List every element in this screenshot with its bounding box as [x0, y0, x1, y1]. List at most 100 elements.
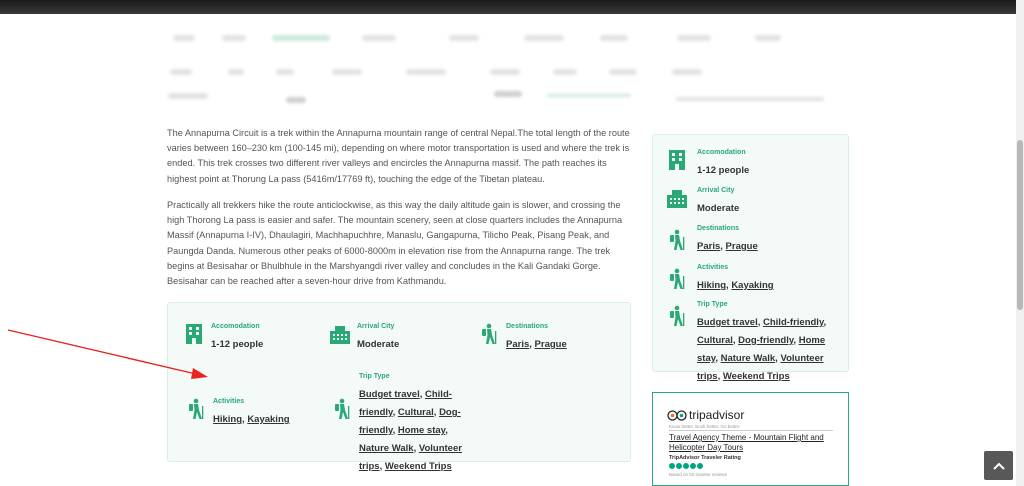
activity-link[interactable]: Kayaking — [247, 414, 289, 425]
activity-link[interactable]: Hiking — [213, 414, 242, 425]
city-icon — [666, 187, 688, 209]
hiker-icon — [666, 305, 688, 327]
trip-type-link[interactable]: Weekend Trips — [385, 461, 452, 472]
trip-type-link[interactable]: Budget travel — [359, 389, 420, 400]
tripadvisor-based-on: Based on 50 traveler reviews — [669, 472, 728, 477]
destination-link[interactable]: Prague — [726, 241, 758, 252]
rating-dot-icon — [697, 463, 703, 469]
trip-type-link[interactable]: Child-friendly — [763, 317, 824, 328]
info-value: 1-12 people — [697, 165, 750, 176]
nav-item[interactable] — [332, 69, 362, 75]
hiker-icon — [331, 398, 353, 420]
rating-dot-icon — [669, 463, 675, 469]
article-paragraph: The Annapurna Circuit is a trek within t… — [167, 128, 630, 184]
back-to-top-button[interactable] — [984, 451, 1013, 480]
rating-dot-icon — [683, 463, 689, 469]
info-label: Activities — [697, 264, 729, 271]
trip-type-link[interactable]: Nature Walk — [359, 443, 414, 454]
trip-type-link[interactable]: Nature Walk — [721, 353, 776, 364]
city-icon — [329, 323, 351, 345]
breadcrumb — [168, 93, 208, 99]
info-label: Arrival City — [357, 323, 395, 330]
trip-type-link[interactable]: Budget travel — [697, 317, 758, 328]
tripadvisor-rating-dots — [669, 463, 704, 469]
tab-item[interactable] — [286, 97, 306, 103]
nav-item[interactable] — [672, 69, 702, 75]
nav-item[interactable] — [173, 35, 195, 41]
destination-link[interactable]: Prague — [535, 339, 567, 350]
info-trip-type: Trip Type Budget travel, Child-friendly,… — [331, 373, 467, 474]
rating-dot-icon — [690, 463, 696, 469]
nav-item[interactable] — [524, 35, 564, 41]
nav-item-active[interactable] — [272, 35, 330, 41]
info-label: Trip Type — [697, 301, 728, 308]
nav-item[interactable] — [228, 69, 244, 75]
info-label: Accomodation — [211, 323, 260, 330]
info-value: Moderate — [357, 339, 400, 350]
tripadvisor-brand: tripadvisor — [689, 408, 745, 422]
hiker-icon — [185, 398, 207, 420]
info-label: Destinations — [506, 323, 549, 330]
tripadvisor-listing-link[interactable]: Travel Agency Theme - Mountain Flight an… — [669, 433, 839, 453]
sidebar-accommodation: Accomodation 1-12 people — [666, 149, 749, 178]
activity-link[interactable]: Kayaking — [731, 280, 773, 291]
browser-top-bar — [0, 0, 1024, 14]
nav-item[interactable] — [490, 69, 520, 75]
tripadvisor-logo[interactable]: tripadvisor — [667, 408, 744, 422]
info-accommodation: Accomodation 1-12 people — [183, 323, 263, 352]
info-activities: Activities Hiking, Kayaking — [185, 398, 290, 427]
tab-underline — [547, 94, 631, 97]
info-label: Activities — [213, 398, 245, 405]
scrollbar-thumb[interactable] — [1017, 140, 1023, 310]
trip-type-link[interactable]: Home stay — [398, 425, 445, 436]
info-label: Trip Type — [359, 373, 390, 380]
nav-item[interactable] — [222, 35, 246, 41]
search-field-blurred[interactable] — [676, 97, 824, 101]
nav-item[interactable] — [276, 69, 294, 75]
sidebar-activities: Activities Hiking, Kayaking — [666, 264, 774, 293]
hiker-icon — [478, 323, 500, 345]
trip-type-link[interactable]: Weekend Trips — [723, 371, 790, 382]
nav-item[interactable] — [362, 35, 396, 41]
destination-link[interactable]: Paris — [697, 241, 720, 252]
info-destinations: Destinations Paris, Prague — [478, 323, 567, 352]
tripadvisor-widget: tripadvisor Know better. Book better. Go… — [652, 392, 849, 486]
divider — [669, 430, 833, 431]
nav-item[interactable] — [755, 35, 781, 41]
activity-link[interactable]: Hiking — [697, 280, 726, 291]
site-navigation-blurred — [0, 14, 1016, 110]
info-value: Moderate — [697, 203, 740, 214]
building-icon — [666, 149, 688, 171]
sidebar-destinations: Destinations Paris, Prague — [666, 225, 758, 254]
rating-dot-icon — [676, 463, 682, 469]
chevron-up-icon — [992, 462, 1005, 470]
tripadvisor-rating-label: TripAdvisor Traveler Rating — [669, 455, 741, 461]
info-label: Accomodation — [697, 149, 746, 156]
nav-item[interactable] — [406, 69, 446, 75]
trip-type-link[interactable]: Dog-friendly — [738, 335, 793, 346]
destination-link[interactable]: Paris — [506, 339, 529, 350]
nav-item[interactable] — [449, 35, 479, 41]
page-scrollbar[interactable] — [1016, 0, 1024, 486]
tab-item[interactable] — [494, 91, 522, 97]
info-label: Destinations — [697, 225, 740, 232]
nav-item[interactable] — [170, 69, 192, 75]
nav-item[interactable] — [609, 69, 637, 75]
hiker-icon — [666, 229, 688, 251]
hiker-icon — [666, 268, 688, 290]
nav-item[interactable] — [600, 35, 628, 41]
trip-type-link[interactable]: Cultural — [697, 335, 733, 346]
building-icon — [183, 323, 205, 345]
sidebar-trip-info-card: Accomodation 1-12 people Arrival City Mo… — [652, 134, 849, 382]
info-value: 1-12 people — [211, 339, 264, 350]
trip-info-card: Accomodation 1-12 people Arrival City Mo… — [167, 302, 631, 472]
info-label: Arrival City — [697, 187, 735, 194]
sidebar-arrival-city: Arrival City Moderate — [666, 187, 739, 216]
tripadvisor-owl-icon — [667, 410, 687, 421]
info-arrival-city: Arrival City Moderate — [329, 323, 399, 352]
article-paragraph: Practically all trekkers hike the route … — [167, 200, 623, 287]
trip-type-link[interactable]: Cultural — [398, 407, 434, 418]
nav-item[interactable] — [553, 69, 577, 75]
nav-item[interactable] — [677, 35, 711, 41]
sidebar-trip-type: Trip Type Budget travel, Child-friendly,… — [666, 301, 831, 384]
